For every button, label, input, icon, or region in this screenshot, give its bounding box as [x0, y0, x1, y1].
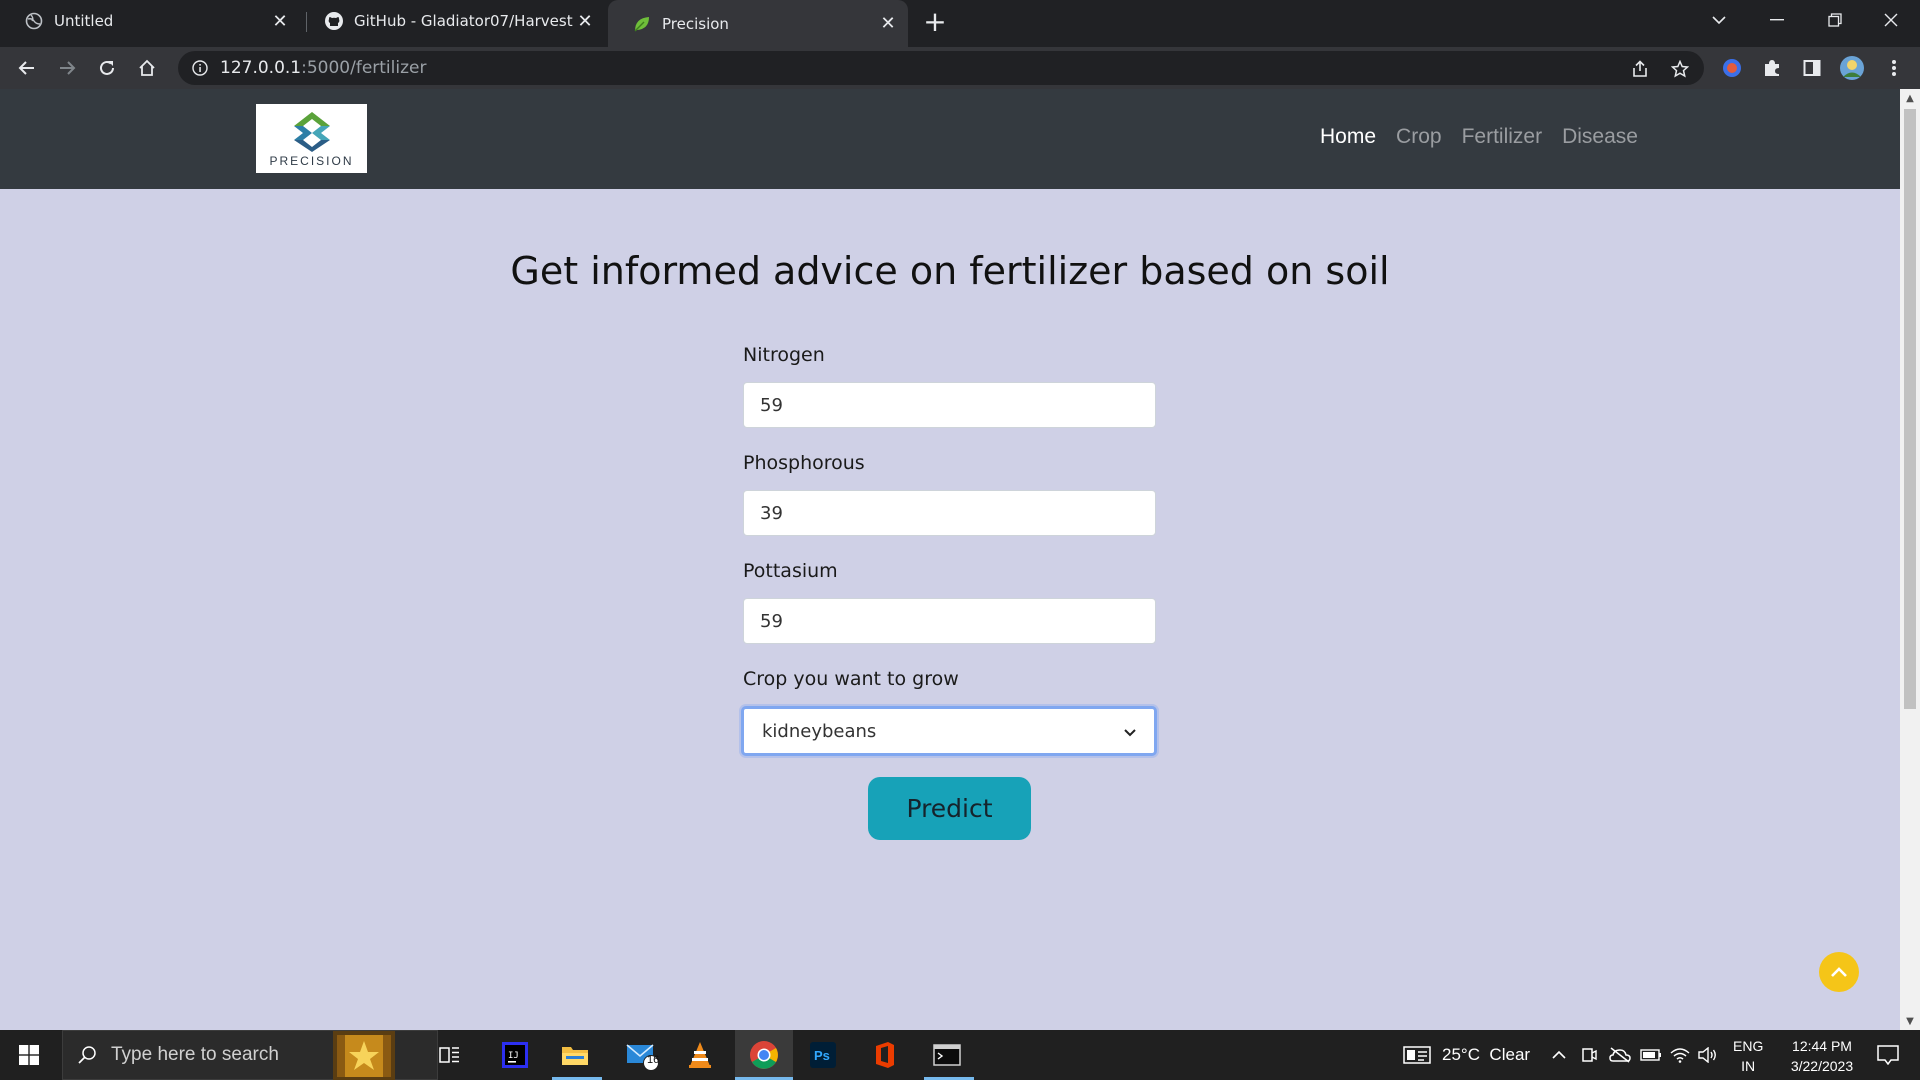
search-icon — [77, 1045, 97, 1065]
tab-title: Precision — [662, 14, 729, 33]
photoshop-icon[interactable]: Ps — [798, 1030, 848, 1080]
phosphorous-label: Phosphorous — [743, 452, 865, 474]
chevron-down-icon — [1124, 721, 1136, 742]
predict-button[interactable]: Predict — [868, 777, 1031, 840]
site-navbar: PRECISION Home Crop Fertilizer Disease — [0, 89, 1900, 189]
windows-start-icon[interactable] — [0, 1030, 58, 1080]
github-icon — [324, 11, 344, 31]
leaf-icon — [632, 14, 652, 34]
url-text: 127.0.0.1:5000/fertilizer — [220, 58, 426, 78]
page-viewport: PRECISION Home Crop Fertilizer Disease G… — [0, 89, 1900, 1030]
minimize-icon[interactable] — [1748, 0, 1806, 40]
nav-home[interactable]: Home — [1310, 125, 1386, 149]
intellij-icon[interactable]: IJ — [490, 1030, 540, 1080]
site-logo[interactable]: PRECISION — [256, 104, 367, 173]
fertilizer-form: Nitrogen 59 Phosphorous 39 Pottasium 59 … — [741, 344, 1157, 756]
clock-time: 12:44 PM — [1792, 1038, 1852, 1054]
tab-precision[interactable]: Precision ✕ — [608, 0, 908, 47]
svg-text:Ps: Ps — [814, 1048, 830, 1063]
bookmark-star-icon[interactable] — [1670, 59, 1690, 79]
clock-date: 3/22/2023 — [1790, 1058, 1854, 1074]
tab-title: GitHub - Gladiator07/Harvestify: — [354, 12, 573, 30]
close-tab-icon[interactable]: ✕ — [876, 12, 900, 36]
url-path: :5000/fertilizer — [301, 58, 427, 78]
weather-icon[interactable] — [1400, 1030, 1434, 1080]
clock[interactable]: 12:44 PM 3/22/2023 — [1772, 1036, 1872, 1076]
onedrive-offline-icon[interactable] — [1606, 1030, 1634, 1080]
extensions-puzzle-icon[interactable] — [1759, 55, 1785, 81]
scrollbar-thumb[interactable] — [1904, 109, 1916, 709]
language-code: ENG — [1733, 1038, 1764, 1054]
back-to-top-button[interactable] — [1819, 952, 1859, 992]
address-bar[interactable]: 127.0.0.1:5000/fertilizer — [178, 51, 1704, 85]
tab-search-icon[interactable] — [1690, 0, 1748, 40]
restore-icon[interactable] — [1806, 0, 1864, 40]
nav-fertilizer[interactable]: Fertilizer — [1452, 125, 1553, 149]
wifi-icon[interactable] — [1668, 1030, 1692, 1080]
search-highlight-icon — [333, 1031, 395, 1080]
site-info-icon[interactable] — [190, 58, 210, 78]
precision-logo-icon — [293, 111, 330, 152]
phosphorous-input[interactable]: 39 — [743, 490, 1156, 536]
battery-icon[interactable] — [1638, 1030, 1664, 1080]
url-host: 127.0.0.1 — [220, 58, 302, 78]
vlc-icon[interactable] — [675, 1030, 725, 1080]
scroll-down-icon[interactable]: ▼ — [1900, 1012, 1920, 1030]
chrome-icon[interactable] — [735, 1030, 793, 1080]
task-view-icon[interactable] — [430, 1030, 470, 1080]
crop-select-value: kidneybeans — [762, 720, 877, 742]
nav-crop[interactable]: Crop — [1386, 125, 1452, 149]
new-tab-button[interactable]: + — [920, 5, 950, 38]
chevron-up-icon — [1831, 967, 1847, 977]
volume-icon[interactable] — [1696, 1030, 1720, 1080]
profile-avatar[interactable] — [1839, 55, 1865, 81]
close-tab-icon[interactable]: ✕ — [268, 9, 292, 33]
globe-icon — [24, 11, 44, 31]
page-title: Get informed advice on fertilizer based … — [510, 249, 1390, 293]
nitrogen-label: Nitrogen — [743, 344, 825, 366]
extension-icon[interactable] — [1719, 55, 1745, 81]
pottasium-input[interactable]: 59 — [743, 598, 1156, 644]
language-indicator[interactable]: ENG IN — [1733, 1036, 1763, 1076]
share-icon[interactable] — [1630, 59, 1650, 79]
back-icon[interactable] — [10, 51, 44, 85]
taskbar-search[interactable]: Type here to search — [62, 1030, 438, 1080]
notification-center-icon[interactable] — [1868, 1030, 1908, 1080]
windows-taskbar: Type here to search IJ 16 Ps 25°C Clear — [0, 1030, 1920, 1080]
side-panel-icon[interactable] — [1799, 55, 1825, 81]
browser-menu-icon[interactable] — [1881, 55, 1907, 81]
crop-select[interactable]: kidneybeans — [741, 706, 1157, 756]
reload-icon[interactable] — [90, 51, 124, 85]
crop-label: Crop you want to grow — [743, 668, 959, 690]
nitrogen-input[interactable]: 59 — [743, 382, 1156, 428]
tab-title: Untitled — [54, 12, 114, 30]
pottasium-label: Pottasium — [743, 560, 838, 582]
close-window-icon[interactable] — [1862, 0, 1920, 40]
mail-badge: 16 — [647, 1054, 660, 1066]
tab-github[interactable]: GitHub - Gladiator07/Harvestify: ✕ — [300, 0, 605, 42]
show-hidden-icons-chevron-icon[interactable] — [1548, 1030, 1570, 1080]
region-code: IN — [1741, 1058, 1756, 1074]
browser-tab-bar: Untitled ✕ GitHub - Gladiator07/Harvesti… — [0, 0, 1920, 47]
svg-text:IJ: IJ — [508, 1051, 519, 1061]
weather-text[interactable]: 25°C Clear — [1442, 1045, 1530, 1065]
forward-icon[interactable] — [50, 51, 84, 85]
nav-disease[interactable]: Disease — [1552, 125, 1648, 149]
scroll-up-icon[interactable]: ▲ — [1900, 89, 1920, 107]
mail-icon[interactable]: 16 — [615, 1030, 671, 1080]
office-icon[interactable] — [860, 1030, 910, 1080]
close-tab-icon[interactable]: ✕ — [573, 9, 597, 33]
terminal-icon[interactable] — [922, 1030, 972, 1080]
logo-text: PRECISION — [269, 153, 354, 168]
page-scrollbar[interactable]: ▲ ▼ — [1900, 89, 1920, 1030]
meet-now-icon[interactable] — [1578, 1030, 1600, 1080]
site-nav: Home Crop Fertilizer Disease — [1310, 125, 1648, 149]
browser-toolbar: 127.0.0.1:5000/fertilizer — [0, 47, 1920, 89]
home-icon[interactable] — [130, 51, 164, 85]
search-placeholder: Type here to search — [111, 1044, 279, 1065]
tab-untitled[interactable]: Untitled ✕ — [0, 0, 300, 42]
file-explorer-icon[interactable] — [550, 1030, 600, 1080]
